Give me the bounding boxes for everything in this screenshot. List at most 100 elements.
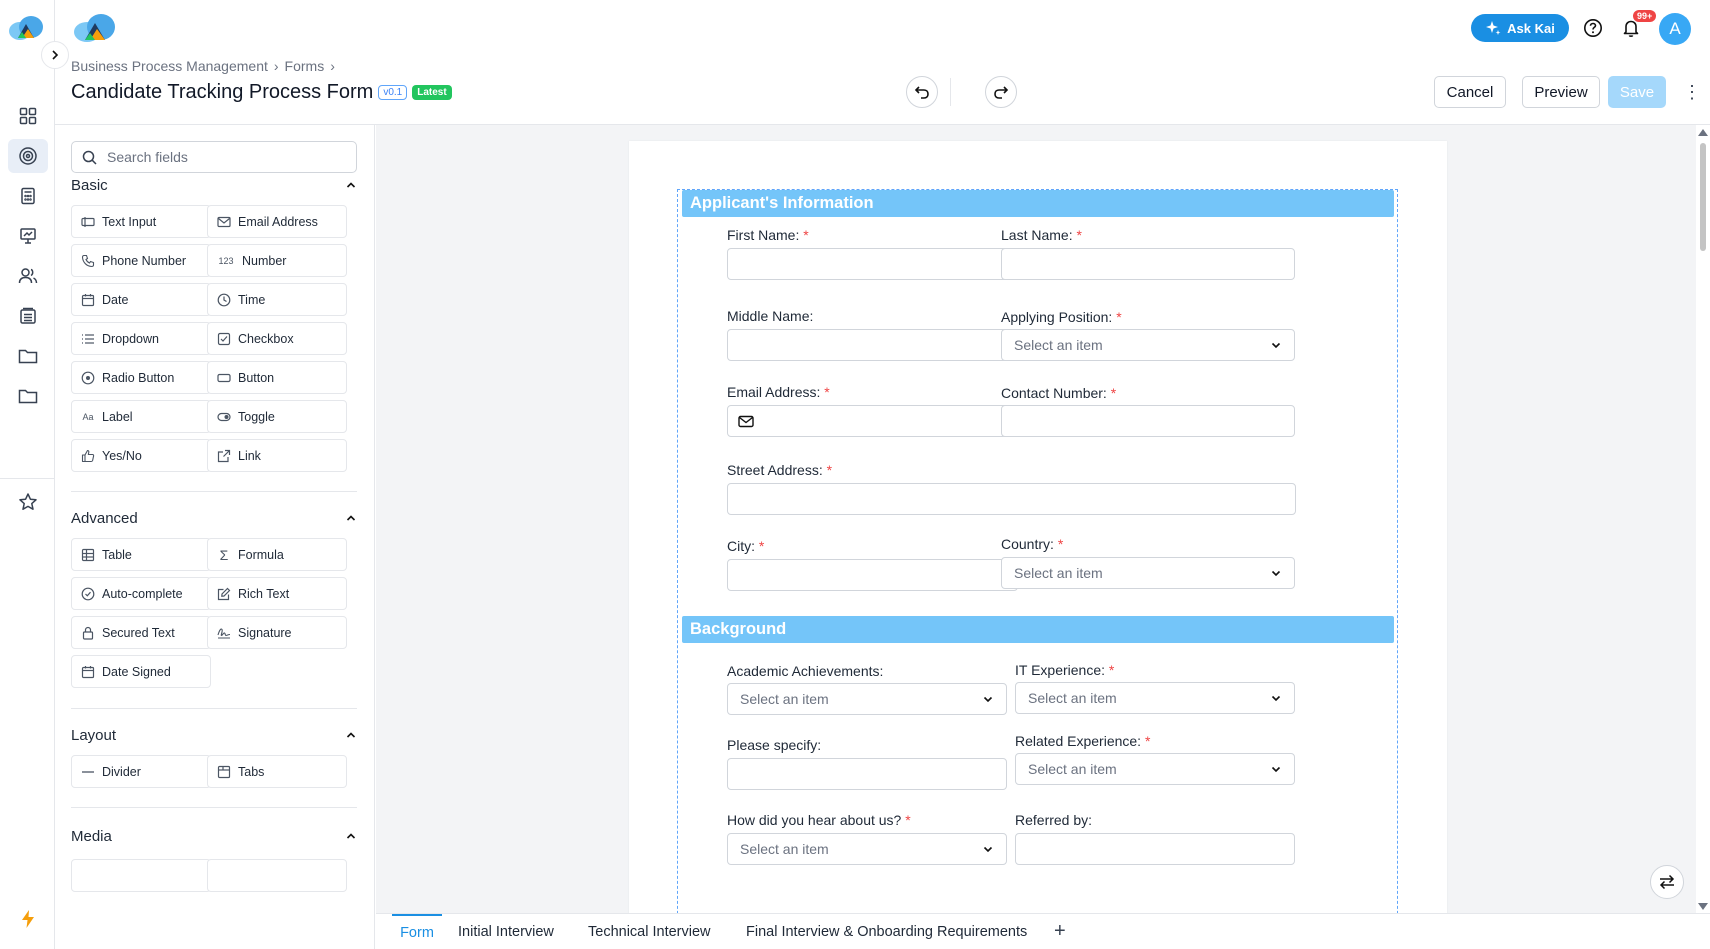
search-field[interactable]	[71, 141, 357, 173]
field-label: Button	[238, 370, 275, 385]
nav-process[interactable]	[8, 139, 48, 173]
required-marker: *	[824, 384, 830, 400]
nav-folder-2[interactable]	[8, 379, 48, 413]
field-divider[interactable]: Divider	[71, 755, 211, 788]
applying-position-select[interactable]: Select an item	[1001, 329, 1295, 361]
street-address-input[interactable]	[727, 483, 1296, 515]
help-icon[interactable]	[1580, 15, 1606, 41]
field-dropdown[interactable]: Dropdown	[71, 322, 211, 355]
page-title: Candidate Tracking Process Form	[71, 81, 374, 103]
field-media-partial[interactable]	[71, 859, 211, 892]
avatar[interactable]: A	[1659, 13, 1691, 45]
first-name-input[interactable]	[727, 248, 1018, 280]
scrollbar-thumb[interactable]	[1700, 143, 1706, 251]
breadcrumb-item[interactable]: Business Process Management	[71, 58, 268, 74]
expand-sidebar-button[interactable]	[41, 41, 69, 69]
nav-users[interactable]	[8, 259, 48, 293]
academic-select[interactable]: Select an item	[727, 683, 1007, 715]
scroll-down-icon[interactable]	[1698, 903, 1708, 910]
how-hear-select[interactable]: Select an item	[727, 833, 1007, 865]
field-signature[interactable]: Signature	[207, 616, 347, 649]
please-specify-input[interactable]	[727, 758, 1007, 790]
field-date-signed[interactable]: Date Signed	[71, 655, 211, 688]
field-media-partial[interactable]	[207, 859, 347, 892]
required-marker: *	[1057, 536, 1064, 552]
label-text: How did you hear about us?	[727, 812, 902, 828]
contact-number-input[interactable]	[1001, 405, 1295, 437]
external-link-icon	[217, 449, 231, 463]
field-email-address[interactable]: Email Address	[207, 205, 347, 238]
field-checkbox[interactable]: Checkbox	[207, 322, 347, 355]
nav-reports[interactable]	[8, 219, 48, 253]
field-button[interactable]: Button	[207, 361, 347, 394]
nav-calculator[interactable]	[8, 179, 48, 213]
more-options-icon[interactable]: ⋮	[1682, 80, 1702, 104]
nav-quick-actions[interactable]	[8, 902, 48, 936]
field-label: Phone Number	[102, 253, 187, 268]
section-advanced-header[interactable]: Advanced	[71, 508, 357, 528]
select-placeholder: Select an item	[740, 841, 829, 857]
field-rich-text[interactable]: Rich Text	[207, 577, 347, 610]
field-formula[interactable]: Σ Formula	[207, 538, 347, 571]
nav-folder-1[interactable]	[8, 339, 48, 373]
redo-button[interactable]	[985, 76, 1017, 108]
tab-final-interview[interactable]: Final Interview & Onboarding Requirement…	[746, 914, 1027, 949]
field-time[interactable]: Time	[207, 283, 347, 316]
section-media-header[interactable]: Media	[71, 826, 357, 846]
preview-button[interactable]: Preview	[1522, 76, 1600, 108]
city-input[interactable]	[727, 559, 1018, 591]
field-date[interactable]: Date	[71, 283, 211, 316]
field-label-element[interactable]: Aa Label	[71, 400, 211, 433]
field-label: Text Input	[102, 214, 157, 229]
field-tabs[interactable]: Tabs	[207, 755, 347, 788]
field-auto-complete[interactable]: Auto-complete	[71, 577, 211, 610]
add-tab-icon[interactable]: +	[1054, 920, 1066, 943]
tab-form[interactable]: Form	[392, 914, 442, 949]
table-icon	[81, 548, 95, 562]
field-label: Radio Button	[102, 370, 175, 385]
field-toggle[interactable]: Toggle	[207, 400, 347, 433]
nav-dashboard[interactable]	[8, 99, 48, 133]
scroll-up-icon[interactable]	[1698, 129, 1708, 136]
canvas-scrollbar[interactable]	[1696, 125, 1710, 913]
breadcrumb-item[interactable]: Forms	[285, 58, 325, 74]
nav-database[interactable]	[8, 299, 48, 333]
save-button[interactable]: Save	[1608, 76, 1666, 108]
chevron-down-icon	[1271, 570, 1281, 577]
field-link[interactable]: Link	[207, 439, 347, 472]
undo-icon	[914, 86, 929, 99]
signature-icon	[217, 626, 231, 640]
cancel-button[interactable]: Cancel	[1434, 76, 1506, 108]
tab-initial-interview[interactable]: Initial Interview	[458, 914, 554, 949]
radio-icon	[81, 371, 95, 385]
referred-by-input[interactable]	[1015, 833, 1295, 865]
it-experience-select[interactable]: Select an item	[1015, 682, 1295, 714]
search-input[interactable]	[107, 149, 337, 165]
tab-technical-interview[interactable]: Technical Interview	[588, 914, 711, 949]
swap-view-button[interactable]	[1650, 865, 1684, 899]
section-basic-header[interactable]: Basic	[71, 175, 357, 195]
last-name-input[interactable]	[1001, 248, 1295, 280]
field-table[interactable]: Table	[71, 538, 211, 571]
email-input[interactable]	[727, 405, 1018, 437]
brand-logo-icon[interactable]	[71, 12, 119, 44]
field-text-input[interactable]: Text Input	[71, 205, 211, 238]
middle-name-input[interactable]	[727, 329, 1018, 361]
field-yes-no[interactable]: Yes/No	[71, 439, 211, 472]
list-icon	[81, 332, 95, 346]
section-layout-header[interactable]: Layout	[71, 725, 357, 745]
nav-favorites[interactable]	[8, 485, 48, 519]
app-logo-icon[interactable]	[6, 14, 46, 42]
field-secured-text[interactable]: Secured Text	[71, 616, 211, 649]
field-radio-button[interactable]: Radio Button	[71, 361, 211, 394]
related-experience-select[interactable]: Select an item	[1015, 753, 1295, 785]
number-icon: 123	[218, 255, 234, 266]
ask-kai-button[interactable]: Ask Kai	[1471, 14, 1569, 42]
section-header[interactable]: Applicant's Information	[682, 190, 1394, 217]
section-header[interactable]: Background	[682, 616, 1394, 643]
calendar-icon	[81, 665, 95, 679]
field-phone-number[interactable]: Phone Number	[71, 244, 211, 277]
field-number[interactable]: 123 Number	[207, 244, 347, 277]
undo-button[interactable]	[906, 76, 938, 108]
country-select[interactable]: Select an item	[1001, 557, 1295, 589]
